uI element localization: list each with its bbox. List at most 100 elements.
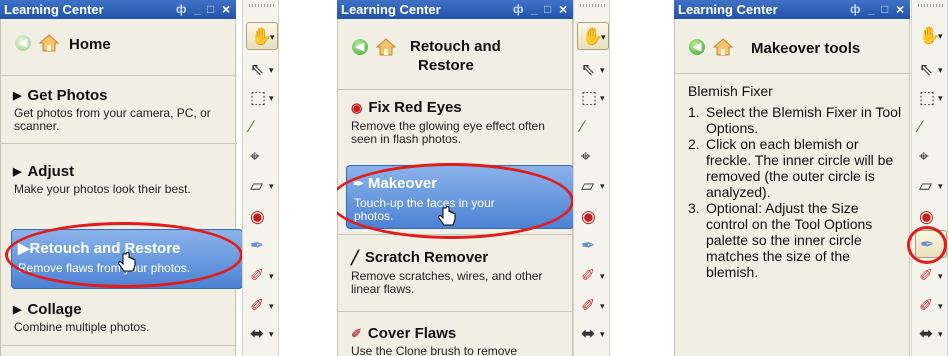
dropdown-arrow-icon[interactable]: ▾ bbox=[269, 172, 274, 200]
pan-tool-icon[interactable]: ✋ ▾ bbox=[246, 22, 278, 50]
panel-header: ◀ Home bbox=[1, 19, 237, 71]
window-title: Learning Center bbox=[678, 2, 778, 17]
paint-brush-icon[interactable]: ✐ ▾ bbox=[577, 292, 609, 320]
dropdown-arrow-icon[interactable]: ▾ bbox=[938, 262, 943, 290]
list-item-collage[interactable]: ▶ Collage Combine multiple photos. bbox=[1, 301, 237, 341]
more-tools-icon[interactable]: ⬌ ▾ bbox=[246, 320, 278, 348]
back-arrow-icon[interactable]: ◀ bbox=[352, 39, 368, 55]
paint-brush-icon[interactable]: ✐ ▾ bbox=[915, 292, 947, 320]
step-text: Click on each blemish or freckle. The in… bbox=[706, 136, 894, 200]
marquee-select-icon[interactable]: ⬚ ▾ bbox=[915, 84, 947, 112]
item-description: Remove scratches, wires, and other linea… bbox=[351, 269, 543, 296]
dropdown-arrow-icon[interactable]: ▾ bbox=[938, 320, 943, 348]
learning-center-panel-makeover: Learning Center ф _ □ × ◀ Makeover tools… bbox=[674, 0, 949, 356]
straighten-icon[interactable]: ▱ ▾ bbox=[915, 172, 947, 200]
marquee-select-icon[interactable]: ⬚ ▾ bbox=[577, 84, 609, 112]
pan-tool-icon[interactable]: ✋ ▾ bbox=[577, 22, 609, 50]
minimize-button[interactable]: _ bbox=[868, 0, 875, 19]
maximize-button[interactable]: □ bbox=[881, 0, 888, 19]
paint-brush-icon[interactable]: ✐ ▾ bbox=[246, 292, 278, 320]
more-tools-icon[interactable]: ⬌ ▾ bbox=[915, 320, 947, 348]
home-icon[interactable] bbox=[376, 37, 396, 57]
dropdown-arrow-icon[interactable]: ▾ bbox=[600, 172, 605, 200]
selection-arrow-icon[interactable]: ⇖ ▾ bbox=[246, 56, 278, 84]
dropdown-arrow-icon[interactable]: ▾ bbox=[938, 56, 943, 84]
dropdown-arrow-icon[interactable]: ▾ bbox=[600, 84, 605, 112]
dropdown-arrow-icon[interactable]: ▾ bbox=[600, 292, 605, 320]
instruction-step: 2. Click on each blemish or freckle. The… bbox=[688, 136, 903, 200]
tool-palette: ✋ ▾ ⇖ ▾ ⬚ ▾ ∕ ⌖ ▱ ▾ ◉ ✒ ✐ ▾ ✐ ▾ ⬌ ▾ bbox=[911, 0, 948, 356]
maximize-button[interactable]: □ bbox=[207, 0, 214, 19]
close-button[interactable]: × bbox=[896, 0, 904, 19]
divider bbox=[338, 89, 574, 90]
dropdown-arrow-icon[interactable]: ▾ bbox=[938, 84, 943, 112]
eyedropper-icon[interactable]: ∕ bbox=[577, 113, 609, 141]
list-item-fix-red-eyes[interactable]: ◉ Fix Red Eyes Remove the glowing eye eff… bbox=[338, 99, 574, 149]
eyedropper-icon[interactable]: ∕ bbox=[915, 113, 947, 141]
palette-grip[interactable] bbox=[249, 4, 274, 7]
clone-brush-icon[interactable]: ✐ ▾ bbox=[246, 262, 278, 290]
close-button[interactable]: × bbox=[222, 0, 230, 19]
makeover-brush-icon[interactable]: ✒ bbox=[246, 232, 278, 260]
header-title-line2: Restore bbox=[418, 57, 474, 74]
dropdown-arrow-icon[interactable]: ▾ bbox=[269, 320, 274, 348]
minimize-button[interactable]: _ bbox=[531, 0, 538, 19]
list-item-adjust[interactable]: ▶ Adjust Make your photos look their best… bbox=[1, 163, 237, 211]
item-title: Fix Red Eyes bbox=[368, 99, 462, 116]
pan-tool-icon[interactable]: ✋ ▾ bbox=[915, 22, 947, 50]
back-arrow-icon[interactable]: ◀ bbox=[689, 39, 705, 55]
palette-grip[interactable] bbox=[918, 4, 943, 7]
dropdown-arrow-icon[interactable]: ▾ bbox=[269, 56, 274, 84]
dropdown-arrow-icon[interactable]: ▾ bbox=[938, 292, 943, 320]
makeover-brush-icon[interactable]: ✒ bbox=[577, 232, 609, 260]
learning-center-panel-retouch: Learning Center ф _ □ × ◀ Retouch and Re… bbox=[337, 0, 620, 356]
item-description: Get photos from your camera, PC, or scan… bbox=[14, 106, 211, 133]
dropdown-arrow-icon[interactable]: ▾ bbox=[938, 22, 943, 50]
dropdown-arrow-icon[interactable]: ▾ bbox=[600, 320, 605, 348]
selection-arrow-icon[interactable]: ⇖ ▾ bbox=[577, 56, 609, 84]
item-description: Combine multiple photos. bbox=[14, 320, 150, 334]
dropdown-arrow-icon[interactable]: ▾ bbox=[600, 56, 605, 84]
pin-button[interactable]: ф bbox=[850, 0, 861, 19]
panel-header: ◀ Makeover tools bbox=[675, 19, 911, 71]
more-tools-icon[interactable]: ⬌ ▾ bbox=[577, 320, 609, 348]
step-text: Optional: Adjust the Size control on the… bbox=[706, 200, 873, 280]
selection-arrow-icon[interactable]: ⇖ ▾ bbox=[915, 56, 947, 84]
window-title: Learning Center bbox=[341, 2, 441, 17]
clone-brush-icon[interactable]: ✐ ▾ bbox=[915, 262, 947, 290]
list-item-get-photos[interactable]: ▶ Get Photos Get photos from your camera,… bbox=[1, 87, 237, 135]
home-icon[interactable] bbox=[713, 37, 733, 57]
list-item-cover-flaws[interactable]: ✐ Cover Flaws Use the Clone brush to remo… bbox=[338, 325, 574, 356]
clone-brush-icon[interactable]: ✐ ▾ bbox=[577, 262, 609, 290]
straighten-icon[interactable]: ▱ ▾ bbox=[246, 172, 278, 200]
red-eye-icon[interactable]: ◉ bbox=[246, 203, 278, 231]
dropdown-arrow-icon[interactable]: ▾ bbox=[600, 262, 605, 290]
item-title: Collage bbox=[27, 301, 82, 318]
crop-icon[interactable]: ⌖ bbox=[577, 143, 609, 171]
divider bbox=[675, 73, 911, 74]
crop-icon[interactable]: ⌖ bbox=[915, 143, 947, 171]
item-description: Remove the glowing eye effect often seen… bbox=[351, 119, 545, 146]
pin-button[interactable]: ф bbox=[513, 0, 524, 19]
maximize-button[interactable]: □ bbox=[544, 0, 551, 19]
red-eye-icon[interactable]: ◉ bbox=[577, 203, 609, 231]
dropdown-arrow-icon[interactable]: ▾ bbox=[269, 84, 274, 112]
dropdown-arrow-icon[interactable]: ▾ bbox=[270, 23, 275, 51]
back-arrow-icon[interactable]: ◀ bbox=[15, 35, 31, 51]
pin-button[interactable]: ф bbox=[176, 0, 187, 19]
home-icon[interactable] bbox=[39, 33, 59, 53]
close-button[interactable]: × bbox=[559, 0, 567, 19]
window-titlebar: Learning Center ф _ □ × bbox=[674, 0, 910, 19]
dropdown-arrow-icon[interactable]: ▾ bbox=[269, 292, 274, 320]
eyedropper-icon[interactable]: ∕ bbox=[246, 113, 278, 141]
dropdown-arrow-icon[interactable]: ▾ bbox=[269, 262, 274, 290]
divider bbox=[338, 311, 574, 312]
palette-grip[interactable] bbox=[580, 4, 605, 7]
marquee-select-icon[interactable]: ⬚ ▾ bbox=[246, 84, 278, 112]
minimize-button[interactable]: _ bbox=[194, 0, 201, 19]
list-item-scratch-remover[interactable]: ╱ Scratch Remover Remove scratches, wires… bbox=[338, 249, 574, 299]
dropdown-arrow-icon[interactable]: ▾ bbox=[601, 23, 606, 51]
straighten-icon[interactable]: ▱ ▾ bbox=[577, 172, 609, 200]
crop-icon[interactable]: ⌖ bbox=[246, 143, 278, 171]
dropdown-arrow-icon[interactable]: ▾ bbox=[938, 172, 943, 200]
